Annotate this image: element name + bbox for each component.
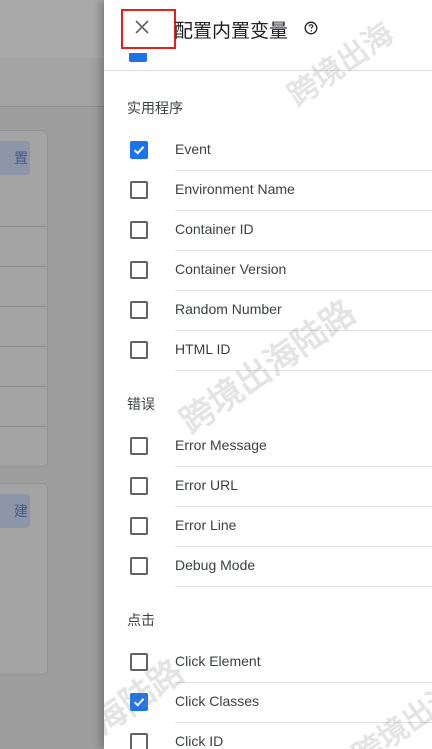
variable-label: Error URL	[175, 477, 239, 493]
checkbox[interactable]	[130, 437, 148, 455]
variable-label: Error Message	[175, 437, 267, 453]
checkbox[interactable]	[130, 261, 148, 279]
divider	[104, 70, 432, 71]
background-divider	[0, 266, 46, 267]
background-chip: 建	[0, 494, 30, 528]
checkbox[interactable]	[130, 221, 148, 239]
variable-label: Environment Name	[175, 181, 295, 197]
checkbox[interactable]	[130, 181, 148, 199]
background-divider	[0, 386, 46, 387]
checkbox-partial[interactable]	[129, 53, 147, 62]
panel-title: 配置内置变量	[174, 20, 289, 42]
variable-row[interactable]: Container ID	[104, 210, 432, 251]
variable-row[interactable]: Container Version	[104, 250, 432, 291]
background-divider	[0, 226, 46, 227]
variable-label: Error Line	[175, 517, 237, 533]
row-divider	[175, 370, 432, 371]
background-divider	[0, 306, 46, 307]
variable-label: Debug Mode	[175, 557, 256, 573]
variable-label: Random Number	[175, 301, 282, 317]
variable-row[interactable]: Environment Name	[104, 170, 432, 211]
checkbox-checked[interactable]	[130, 141, 148, 159]
section-title: 点击	[127, 613, 155, 629]
checkbox[interactable]	[130, 477, 148, 495]
help-circle-icon[interactable]	[304, 21, 318, 35]
background-card	[0, 130, 48, 467]
variable-row[interactable]: Error Message	[104, 426, 432, 467]
variable-row[interactable]: Error URL	[104, 466, 432, 507]
checkbox[interactable]	[130, 517, 148, 535]
variable-row[interactable]: Error Line	[104, 506, 432, 547]
background-chip: 置	[0, 141, 30, 175]
variable-label: Event	[175, 141, 211, 157]
section-title: 实用程序	[127, 101, 183, 117]
variable-label: Click ID	[175, 733, 224, 749]
variable-label: Click Classes	[175, 693, 260, 709]
variable-label: Container ID	[175, 221, 254, 237]
close-button[interactable]	[121, 9, 176, 49]
variable-row[interactable]: Click Element	[104, 642, 432, 683]
variable-label: Container Version	[175, 261, 287, 277]
panel-header: 配置内置变量	[104, 0, 432, 58]
variable-label: HTML ID	[175, 341, 231, 357]
background-divider	[0, 346, 46, 347]
checkbox[interactable]	[130, 301, 148, 319]
background-header	[0, 0, 120, 58]
checkbox[interactable]	[130, 557, 148, 575]
variable-row[interactable]: HTML ID	[104, 330, 432, 371]
checkbox-checked[interactable]	[130, 693, 148, 711]
variable-label: Click Element	[175, 653, 261, 669]
variable-row[interactable]: Debug Mode	[104, 546, 432, 587]
background-divider	[0, 426, 46, 427]
variable-row[interactable]: Event	[104, 130, 432, 171]
checkbox[interactable]	[130, 653, 148, 671]
checkbox[interactable]	[130, 733, 148, 749]
section-title: 错误	[127, 397, 155, 413]
row-divider	[175, 586, 432, 587]
built-in-variables-panel: 配置内置变量 实用程序 Event Environment Name Containe…	[104, 0, 432, 749]
close-icon	[135, 20, 149, 34]
variable-row[interactable]: Random Number	[104, 290, 432, 331]
background-toolbar	[0, 58, 120, 107]
variable-row[interactable]: Click ID	[104, 722, 432, 749]
checkbox[interactable]	[130, 341, 148, 359]
variable-row[interactable]: Click Classes	[104, 682, 432, 723]
